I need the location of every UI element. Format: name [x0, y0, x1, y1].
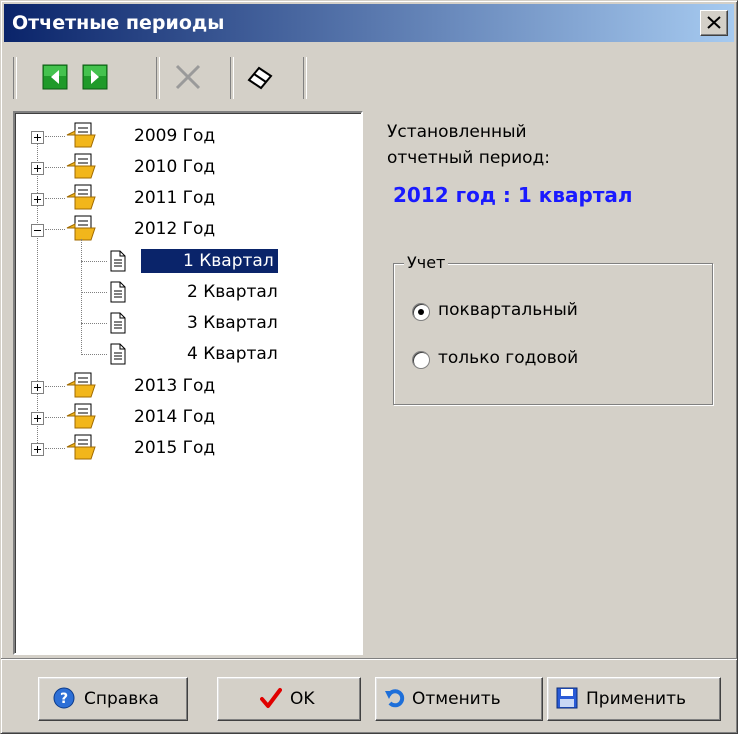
cancel-button-label: Отменить [412, 689, 501, 709]
tree-item-2015[interactable]: 2015 Год [15, 433, 345, 463]
tree-item-label: 2014 Год [134, 407, 216, 427]
period-caption-line1: Установленный [387, 122, 527, 142]
folder-document-icon [66, 403, 96, 429]
svg-text:?: ? [60, 691, 68, 707]
periods-tree[interactable]: 2009 Год 2010 Год 2011 Год 2012 Год 1 Кв… [13, 111, 363, 655]
prev-button[interactable] [40, 62, 70, 92]
footer-separator [1, 658, 737, 660]
tree-item-label: 2011 Год [134, 188, 216, 208]
tree-item-label: 3 Квартал [187, 313, 278, 333]
expand-icon[interactable] [31, 193, 44, 206]
expand-icon[interactable] [31, 162, 44, 175]
document-icon [110, 312, 126, 334]
folder-document-icon [66, 372, 96, 398]
apply-button[interactable]: Применить [547, 677, 721, 721]
toolbar-separator [13, 57, 17, 99]
radio-button-checked[interactable] [412, 303, 430, 321]
radio-label: только годовой [438, 348, 579, 368]
toolbar-separator [303, 57, 307, 99]
period-caption: Установленный отчетный период: [387, 119, 550, 171]
help-button-label: Справка [84, 689, 159, 709]
accounting-groupbox: Учет поквартальный только годовой [393, 253, 713, 405]
window-title: Отчетные периоды [12, 12, 225, 34]
save-icon [556, 687, 578, 709]
gray-x-icon [175, 64, 201, 90]
current-period: 2012 год : 1 квартал [393, 183, 633, 207]
ok-button-label: OK [290, 689, 315, 709]
edit-button[interactable] [245, 62, 275, 92]
expand-icon[interactable] [31, 131, 44, 144]
folder-document-icon [66, 215, 96, 241]
expand-icon[interactable] [31, 381, 44, 394]
tree-item-2014[interactable]: 2014 Год [15, 402, 345, 432]
document-icon [110, 281, 126, 303]
folder-document-icon [66, 153, 96, 179]
undo-icon [385, 689, 405, 708]
tree-item-label: 2013 Год [134, 376, 216, 396]
tree-item-label: 2012 Год [134, 219, 216, 239]
toolbar-separator [156, 57, 160, 99]
ok-button[interactable]: OK [217, 677, 361, 721]
tree-item-2010[interactable]: 2010 Год [15, 152, 345, 182]
tree-item-quarter-1[interactable]: 1 Квартал [15, 246, 345, 276]
close-icon [707, 16, 721, 29]
toolbar [13, 49, 358, 107]
green-left-arrow-icon [42, 64, 68, 90]
tree-item-2009[interactable]: 2009 Год [15, 121, 345, 151]
radio-label: поквартальный [438, 300, 578, 320]
tree-item-label: 2015 Год [134, 438, 216, 458]
tree-item-label: 2 Квартал [187, 282, 278, 302]
help-icon: ? [53, 687, 75, 709]
tree-item-quarter-3[interactable]: 3 Квартал [15, 308, 345, 338]
document-icon [110, 343, 126, 365]
document-icon [110, 250, 126, 272]
tree-item-label: 2010 Год [134, 157, 216, 177]
folder-document-icon [66, 122, 96, 148]
checkmark-icon [260, 688, 282, 708]
dialog-window: Отчетные периоды 2009 Год 2010 Год 2011 … [0, 0, 738, 734]
help-button[interactable]: ? Справка [38, 677, 188, 721]
next-button[interactable] [80, 62, 110, 92]
green-right-arrow-icon [82, 64, 108, 90]
group-legend: Учет [404, 253, 449, 272]
tree-item-2011[interactable]: 2011 Год [15, 183, 345, 213]
tree-item-label: 2009 Год [134, 126, 216, 146]
cancel-button[interactable]: Отменить [375, 677, 543, 721]
tree-item-label: 4 Квартал [187, 344, 278, 364]
tree-item-2012[interactable]: 2012 Год [15, 214, 345, 244]
tree-item-2013[interactable]: 2013 Год [15, 371, 345, 401]
radio-button[interactable] [412, 351, 430, 369]
delete-button[interactable] [173, 62, 203, 92]
close-button[interactable] [700, 10, 728, 36]
period-caption-line2: отчетный период: [387, 148, 550, 168]
toolbar-separator [230, 57, 234, 99]
tree-item-quarter-2[interactable]: 2 Квартал [15, 277, 345, 307]
collapse-icon[interactable] [31, 224, 44, 237]
folder-document-icon [66, 434, 96, 460]
tree-item-label: 1 Квартал [141, 249, 278, 273]
tree-item-quarter-4[interactable]: 4 Квартал [15, 339, 345, 369]
eraser-icon [247, 66, 273, 90]
title-bar[interactable]: Отчетные периоды [4, 4, 734, 42]
folder-document-icon [66, 184, 96, 210]
apply-button-label: Применить [586, 689, 686, 709]
expand-icon[interactable] [31, 412, 44, 425]
expand-icon[interactable] [31, 443, 44, 456]
